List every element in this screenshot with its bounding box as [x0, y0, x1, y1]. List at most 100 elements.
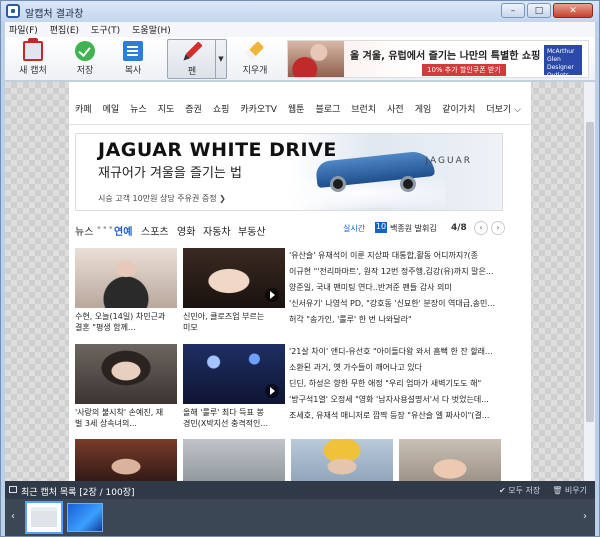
tab-entertainment[interactable]: 연예: [114, 223, 132, 238]
jaguar-logo: JAGUAR: [425, 156, 472, 166]
tab-news[interactable]: 뉴스: [75, 223, 93, 238]
nav-item[interactable]: 사전: [387, 102, 404, 115]
minimize-button[interactable]: –: [501, 3, 525, 18]
pen-icon: [178, 38, 206, 66]
maximize-button[interactable]: □: [527, 3, 551, 18]
headline-list: '21살 차이' 앤디-유선호 "아이돌다왕 와서 흠뻑 한 잔 할래... 소…: [289, 344, 503, 424]
news-photo: [75, 439, 177, 481]
vertical-scrollbar[interactable]: [583, 82, 595, 481]
headline-item[interactable]: '방구석1열' 오정세 "영화 '남자사용설명서'서 다 벗었는데...: [289, 392, 503, 408]
headline-item[interactable]: 이규현 "'전리마마트', 원작 12번 정주행,김강(유)까지 말은...: [289, 264, 503, 280]
news-photo: [291, 439, 393, 481]
nav-item[interactable]: 메일: [103, 102, 120, 115]
save-button[interactable]: 저장: [61, 39, 109, 79]
banner-subtitle: 재규어가 겨울을 즐기는 법: [98, 166, 242, 181]
nav-item[interactable]: 지도: [158, 102, 175, 115]
title-bar[interactable]: 알캡처 결과창 – □ ✕: [1, 1, 599, 22]
nav-item[interactable]: 카페: [75, 102, 92, 115]
nav-item[interactable]: 게임: [415, 102, 432, 115]
capture-icon: [23, 38, 43, 61]
window-title: 알캡처 결과창: [25, 9, 84, 20]
headline-item[interactable]: 딘딘, 하성은 향한 무한 애정 "우리 엄마가 새벽기도도 해": [289, 376, 503, 392]
nav-item[interactable]: 증권: [185, 102, 202, 115]
headline-item[interactable]: 양준일, 국내 팬미팅 연다..반겨준 팬들 감사 의미: [289, 280, 503, 296]
recent-captures-bar: 최근 캡처 목록 [2장 / 100장] ✔ 모두 저장 🗑 비우기: [5, 481, 595, 499]
new-capture-button[interactable]: 새 캡처: [9, 38, 57, 79]
headline-item[interactable]: 소환된 과거, 옛 가수들이 깨어나고 있다: [289, 360, 503, 376]
tab-movies[interactable]: 영화: [177, 223, 195, 238]
news-card[interactable]: [183, 439, 285, 481]
pen-label: 펜: [187, 67, 197, 77]
nav-item[interactable]: 브런치: [351, 102, 376, 115]
prev-page-button[interactable]: ‹: [474, 221, 488, 235]
tab-sports[interactable]: 스포츠: [141, 223, 169, 238]
nav-item[interactable]: 웹툰: [288, 102, 305, 115]
menu-file[interactable]: 파일(F): [9, 23, 38, 36]
news-photo: [75, 344, 177, 404]
app-logo-icon: [6, 4, 20, 18]
news-card[interactable]: 수현, 오늘(14일) 차민근과 결혼 "평생 함께...: [75, 248, 177, 333]
copy-button[interactable]: 복사: [109, 39, 157, 79]
menu-edit[interactable]: 편집(E): [50, 23, 79, 36]
news-tabs: 뉴스 ••• 연예 스포츠 영화 자동차 부동산 실시간 10 백종원 발휘김 …: [75, 221, 505, 239]
play-icon[interactable]: [265, 384, 279, 398]
news-card[interactable]: [291, 439, 393, 481]
ad-text: 올 겨울, 유럽에서 즐기는 나만의 특별한 쇼핑 경험: [350, 51, 563, 62]
tab-realestate[interactable]: 부동산: [238, 223, 266, 238]
news-card[interactable]: 신민아, 클로즈업 부르는 미모: [183, 248, 285, 333]
capture-thumbnail-selected[interactable]: [25, 501, 63, 534]
close-button[interactable]: ✕: [553, 3, 593, 18]
nav-item[interactable]: 카카오TV: [240, 102, 277, 115]
news-card[interactable]: [75, 439, 177, 481]
card-caption-line2: 결혼 "평생 함께...: [75, 323, 136, 332]
tab-more-dots[interactable]: •••: [96, 223, 114, 234]
headline-item[interactable]: '21살 차이' 앤디-유선호 "아이돌다왕 와서 흠뻑 한 잔 할래...: [289, 344, 503, 360]
scrollbar-thumb[interactable]: [586, 122, 594, 422]
card-caption-line2: 벌 3세 상속녀의...: [75, 419, 137, 428]
banner-cta-link[interactable]: 시승 고객 10만원 상당 주유권 증정 ❯: [98, 193, 226, 204]
nav-more[interactable]: 더보기 ⌵: [486, 102, 521, 115]
toolbar-ad-banner[interactable]: 올 겨울, 유럽에서 즐기는 나만의 특별한 쇼핑 경험 10% 추가 할인쿠폰…: [287, 40, 589, 78]
news-photo: [183, 344, 285, 404]
nav-item[interactable]: 블로그: [315, 102, 340, 115]
nav-item[interactable]: 같이가치: [442, 102, 475, 115]
toolbar: 새 캡처 저장 복사 펜 ▼ 지우개 올 겨울, 유럽에서 즐기는 나만의 특별…: [5, 37, 595, 81]
headline-item[interactable]: '유산슬' 유재석이 이룬 지상파 대통합,활동 어디까지?(종: [289, 248, 503, 264]
realtime-rank: 10: [375, 222, 387, 233]
new-capture-label: 새 캡처: [19, 66, 47, 76]
news-card[interactable]: '사랑의 불시착' 손예진, 재 벌 3세 상속녀의...: [75, 344, 177, 429]
nav-item[interactable]: 뉴스: [130, 102, 147, 115]
tab-autos[interactable]: 자동차: [203, 223, 231, 238]
headline-item[interactable]: '신서유기' 나영석 PD, "강호동 '신묘한' 분장이 역대급,송민...: [289, 296, 503, 312]
realtime-keyword[interactable]: 백종원 발휘김: [390, 223, 437, 234]
jaguar-ad-banner[interactable]: JAGUAR WHITE DRIVE 재규어가 겨울을 즐기는 법 시승 고객 …: [75, 133, 503, 211]
news-card[interactable]: 올해 '룰루' 최다 득표 봉 경민(X박지선 충격적인...: [183, 344, 285, 429]
app-window: 알캡처 결과창 – □ ✕ 파일(F) 편집(E) 도구(T) 도움말(H) 새…: [0, 0, 600, 537]
pen-button[interactable]: 펜: [168, 40, 216, 80]
clear-list-button[interactable]: 🗑 비우기: [552, 485, 587, 496]
portal-nav: 카페 메일 뉴스 지도 증권 쇼핑 카카오TV 웹툰 블로그 브런치 사전 게임…: [69, 82, 531, 130]
pen-tool-group: 펜 ▼: [167, 39, 227, 79]
capture-viewer[interactable]: 카페 메일 뉴스 지도 증권 쇼핑 카카오TV 웹툰 블로그 브런치 사전 게임…: [5, 82, 595, 481]
nav-item[interactable]: 쇼핑: [213, 102, 230, 115]
menu-help[interactable]: 도움말(H): [132, 23, 171, 36]
ad-coupon-button[interactable]: 10% 추가 할인쿠폰 받기: [422, 64, 506, 76]
capture-thumbnail[interactable]: [67, 503, 103, 532]
eraser-button[interactable]: 지우개: [231, 39, 279, 79]
headline-item[interactable]: 허각 "송가인, '룰루' 한 번 나와달라": [289, 312, 503, 328]
save-all-button[interactable]: ✔ 모두 저장: [499, 485, 540, 496]
news-photo: [399, 439, 501, 481]
card-caption-line2: 미모: [183, 323, 198, 332]
headline-item[interactable]: 조세호, 유재석 매니저로 깜짝 등장 "유산슬 엘 짜사이"(결...: [289, 408, 503, 424]
save-label: 저장: [76, 66, 94, 76]
news-card[interactable]: [399, 439, 501, 481]
next-page-button[interactable]: ›: [491, 221, 505, 235]
news-photo: [183, 248, 285, 308]
menu-tools[interactable]: 도구(T): [91, 23, 120, 36]
recent-list-icon: [9, 486, 17, 493]
copy-label: 복사: [124, 66, 142, 76]
thumbs-prev-button[interactable]: ‹: [11, 511, 15, 522]
thumbs-next-button[interactable]: ›: [583, 511, 587, 522]
pen-options-dropdown[interactable]: ▼: [215, 40, 226, 78]
recent-captures-title: 최근 캡처 목록 [2장 / 100장]: [21, 488, 135, 498]
